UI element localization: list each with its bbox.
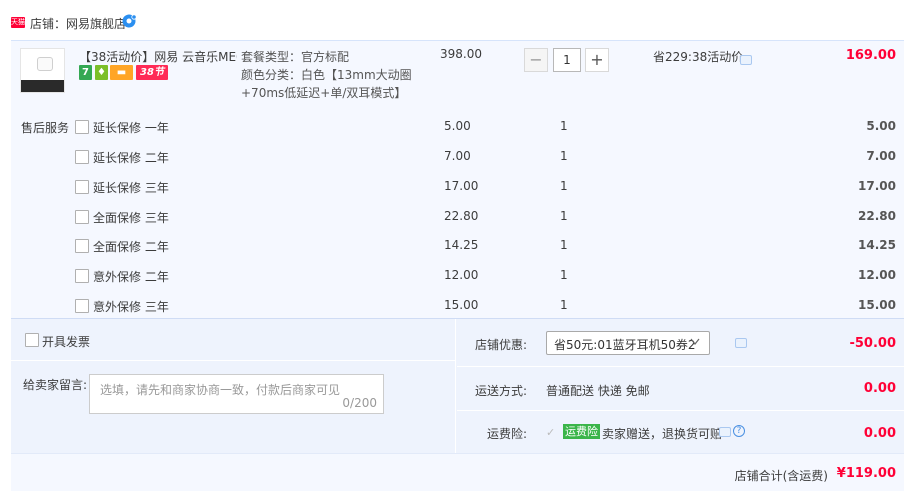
- service-row: 全面保修 三年 22.80 1 22.80: [11, 209, 904, 227]
- service-total: 14.25: [858, 238, 896, 252]
- summary-total: ¥119.00: [836, 466, 896, 481]
- service-price: 14.25: [444, 238, 479, 252]
- service-price: 12.00: [444, 268, 479, 282]
- decrease-button[interactable]: −: [524, 48, 548, 72]
- coupon-amount: -50.00: [849, 336, 896, 351]
- service-total: 22.80: [858, 209, 896, 223]
- service-checkbox[interactable]: [75, 120, 89, 134]
- summary-label: 店铺合计(含运费): [734, 469, 828, 483]
- service-total: 12.00: [858, 268, 896, 282]
- service-qty: 1: [560, 209, 568, 223]
- promo-text: 省229:38活动价: [653, 50, 744, 64]
- shipping-label: 运送方式:: [474, 384, 527, 398]
- message-label: 给卖家留言:: [23, 378, 88, 392]
- invoice-label[interactable]: 开具发票: [42, 333, 90, 350]
- service-qty: 1: [560, 119, 568, 133]
- coupon-label: 店铺优惠:: [474, 338, 527, 352]
- service-name[interactable]: 延长保修 三年: [93, 179, 169, 196]
- service-row: 延长保修 二年 7.00 1 7.00: [11, 149, 904, 167]
- service-price: 15.00: [444, 298, 479, 312]
- order-left-column: 开具发票 给卖家留言: 选填，请先和商家协商一致，付款后商家可见 0/200: [11, 319, 456, 454]
- seven-day-return-badge[interactable]: 7: [79, 65, 92, 80]
- service-checkbox[interactable]: [75, 299, 89, 313]
- invoice-checkbox[interactable]: [25, 333, 39, 347]
- service-total: 7.00: [866, 149, 896, 163]
- spec-color: 颜色分类：白色【13mm大动圈: [241, 68, 412, 82]
- shipping-row: 运送方式: 普通配送 快递 免邮 0.00: [457, 367, 904, 411]
- message-char-count: 0/200: [342, 396, 377, 410]
- shop-summary: 店铺合计(含运费) ¥119.00: [11, 453, 904, 491]
- quantity-stepper: − 1 +: [524, 48, 609, 73]
- service-name[interactable]: 延长保修 一年: [93, 119, 169, 136]
- insurance-badge: 运费险: [563, 424, 600, 439]
- service-qty: 1: [560, 179, 568, 193]
- item-total: 169.00: [845, 48, 896, 63]
- shipping-method: 普通配送 快递 免邮: [546, 384, 650, 398]
- earbuds-case-image: [37, 57, 53, 71]
- insurance-row: 运费险: ✓ 运费险 卖家赠送，退换货可赔 ? 0.00: [457, 411, 904, 454]
- service-row: 意外保修 二年 12.00 1 12.00: [11, 268, 904, 286]
- coupon-select[interactable]: 省50元:01蓝牙耳机50券2: [546, 331, 710, 355]
- chevron-down-icon: [690, 338, 700, 345]
- service-total: 15.00: [858, 298, 896, 312]
- service-checkbox[interactable]: [75, 150, 89, 164]
- service-qty: 1: [560, 238, 568, 252]
- spec-color-cont: +70ms低延迟+单/双耳模式】: [241, 86, 407, 100]
- guarantee-icon[interactable]: ♦: [95, 65, 108, 80]
- service-row: 延长保修 三年 17.00 1 17.00: [11, 179, 904, 197]
- coupon-row: 店铺优惠: 省50元:01蓝牙耳机50券2 -50.00: [457, 319, 904, 367]
- message-textarea[interactable]: 选填，请先和商家协商一致，付款后商家可见 0/200: [89, 374, 384, 414]
- order-right-column: 店铺优惠: 省50元:01蓝牙耳机50券2 -50.00 运送方式: 普通配送 …: [457, 319, 904, 454]
- service-row: 全面保修 二年 14.25 1 14.25: [11, 238, 904, 256]
- service-row: 延长保修 一年 5.00 1 5.00: [11, 119, 904, 137]
- service-checkbox[interactable]: [75, 239, 89, 253]
- service-name[interactable]: 意外保修 三年: [93, 298, 169, 315]
- service-checkbox[interactable]: [75, 210, 89, 224]
- insurance-amount: 0.00: [863, 426, 896, 441]
- message-placeholder: 选填，请先和商家协商一致，付款后商家可见: [100, 383, 341, 397]
- service-checkbox[interactable]: [75, 269, 89, 283]
- quantity-input[interactable]: 1: [553, 48, 581, 72]
- service-name[interactable]: 延长保修 二年: [93, 149, 169, 166]
- product-title-link[interactable]: 【38活动价】网易 云音乐ME0...: [79, 48, 237, 65]
- help-icon[interactable]: ?: [733, 425, 745, 437]
- promo-info-icon[interactable]: [740, 55, 752, 65]
- service-checkbox[interactable]: [75, 180, 89, 194]
- unit-price: 398.00: [440, 47, 482, 61]
- shipping-amount: 0.00: [863, 381, 896, 396]
- service-qty: 1: [560, 298, 568, 312]
- service-price: 7.00: [444, 149, 471, 163]
- insurance-chat-icon[interactable]: [719, 427, 731, 437]
- service-name[interactable]: 全面保修 二年: [93, 238, 169, 255]
- invoice-row: 开具发票: [11, 319, 456, 361]
- product-thumbnail[interactable]: [20, 48, 65, 93]
- service-total: 17.00: [858, 179, 896, 193]
- payment-icon[interactable]: ▬: [110, 65, 133, 80]
- shop-header: 天猫 店铺：网易旗舰店: [0, 0, 904, 40]
- order-panel: 开具发票 给卖家留言: 选填，请先和商家协商一致，付款后商家可见 0/200 店…: [11, 318, 904, 454]
- insurance-label: 运费险:: [486, 427, 527, 441]
- insurance-checkbox[interactable]: ✓: [546, 427, 558, 439]
- service-name[interactable]: 全面保修 三年: [93, 209, 169, 226]
- increase-button[interactable]: +: [585, 48, 609, 72]
- insurance-text: 卖家赠送，退换货可赔: [602, 427, 723, 441]
- coupon-selected-value: 省50元:01蓝牙耳机50券2: [554, 338, 696, 352]
- coupon-info-icon[interactable]: [735, 338, 747, 348]
- spec-package: 套餐类型：官方标配: [241, 50, 350, 64]
- item-panel: 【38活动价】网易 云音乐ME0... 7 ♦ ▬ 38节 套餐类型：官方标配 …: [11, 40, 904, 318]
- service-price: 22.80: [444, 209, 479, 223]
- product-specs: 套餐类型：官方标配 颜色分类：白色【13mm大动圈 +70ms低延迟+单/双耳模…: [241, 48, 412, 102]
- service-name[interactable]: 意外保修 二年: [93, 268, 169, 285]
- thumbnail-dark-band: [21, 80, 64, 92]
- service-price: 17.00: [444, 179, 479, 193]
- service-total: 5.00: [866, 119, 896, 133]
- service-row: 意外保修 三年 15.00 1 15.00: [11, 298, 904, 316]
- service-price: 5.00: [444, 119, 471, 133]
- service-qty: 1: [560, 268, 568, 282]
- festival-38-badge[interactable]: 38节: [136, 65, 168, 80]
- service-qty: 1: [560, 149, 568, 163]
- wangwang-chat-icon[interactable]: [121, 14, 137, 28]
- tmall-badge: 天猫: [11, 17, 25, 28]
- shop-name[interactable]: 店铺：网易旗舰店: [30, 15, 126, 32]
